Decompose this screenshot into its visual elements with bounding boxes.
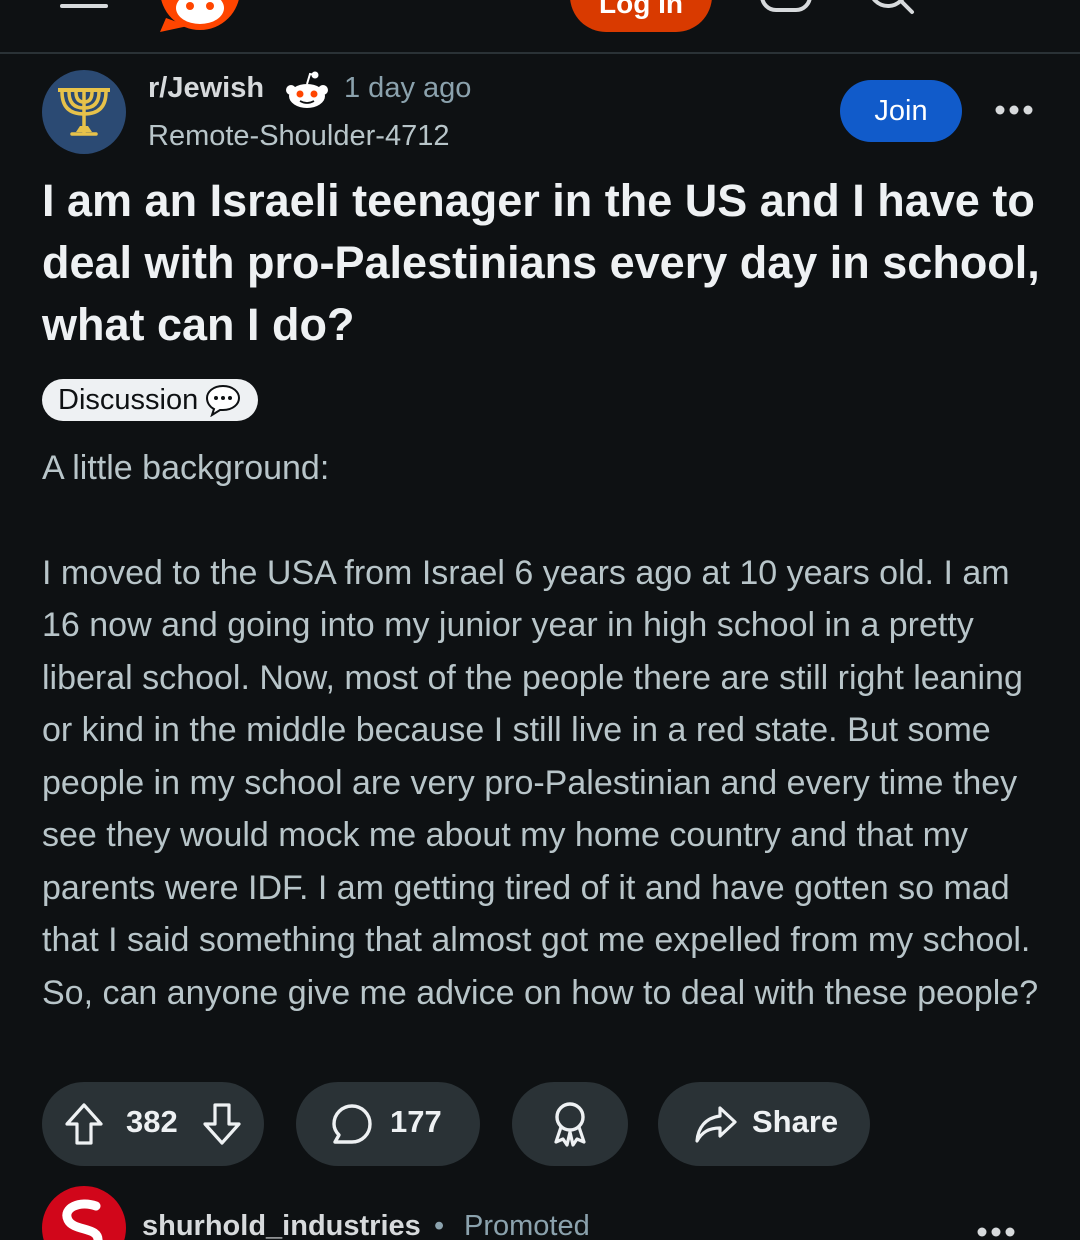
comments-button[interactable]: 177 [296, 1082, 480, 1166]
post-time: 1 day ago [344, 72, 472, 104]
share-label: Share [752, 1104, 839, 1139]
post-body: A little background: I moved to the USA … [42, 442, 1052, 1071]
login-button[interactable]: Log In [570, 0, 712, 32]
top-bar: Log In [0, 0, 1080, 54]
reddit-logo-icon[interactable] [158, 0, 242, 32]
comment-count: 177 [390, 1104, 442, 1139]
speech-bubble-icon [206, 384, 241, 417]
post-header: r/Jewish 1 day ago Remote-Shoulder-4712 … [42, 68, 1042, 158]
subreddit-name[interactable]: r/Jewish [148, 72, 264, 105]
chat-icon[interactable] [760, 0, 812, 16]
menorah-icon [58, 88, 110, 136]
advertiser-avatar[interactable] [42, 1186, 126, 1240]
search-icon[interactable] [864, 0, 916, 16]
body-paragraph: A little background: [42, 449, 330, 487]
body-paragraph: I moved to the USA from Israel 6 years a… [42, 553, 1039, 1012]
menu-icon[interactable] [60, 0, 108, 12]
advertiser-name[interactable]: shurhold_industries [142, 1210, 421, 1240]
post-flair[interactable]: Discussion [42, 379, 259, 421]
more-icon[interactable] [976, 1220, 1016, 1240]
post-actions: 382 177 Share [42, 1082, 1042, 1166]
share-button[interactable]: Share [658, 1082, 870, 1166]
promoted-label: Promoted [464, 1210, 590, 1240]
join-button[interactable]: Join [840, 80, 962, 142]
snoo-icon [286, 71, 328, 108]
upvote-count: 382 [126, 1104, 178, 1139]
share-icon [695, 1106, 737, 1143]
comment-icon [332, 1104, 372, 1144]
vote-pill: 382 [42, 1082, 264, 1166]
separator-dot: • [434, 1210, 445, 1240]
downvote-icon[interactable] [202, 1102, 242, 1146]
award-button[interactable] [512, 1082, 628, 1166]
flair-label: Discussion [58, 384, 199, 416]
upvote-icon[interactable] [64, 1102, 104, 1146]
post-title[interactable]: I am an Israeli teenager in the US and I… [42, 170, 1042, 356]
advertiser-logo-icon [62, 1199, 103, 1240]
promoted-post-header: shurhold_industries • Promoted [42, 1186, 1042, 1240]
post-author[interactable]: Remote-Shoulder-4712 [148, 120, 449, 153]
award-icon [554, 1102, 586, 1147]
subreddit-avatar[interactable] [42, 70, 126, 154]
more-icon[interactable] [994, 98, 1034, 122]
